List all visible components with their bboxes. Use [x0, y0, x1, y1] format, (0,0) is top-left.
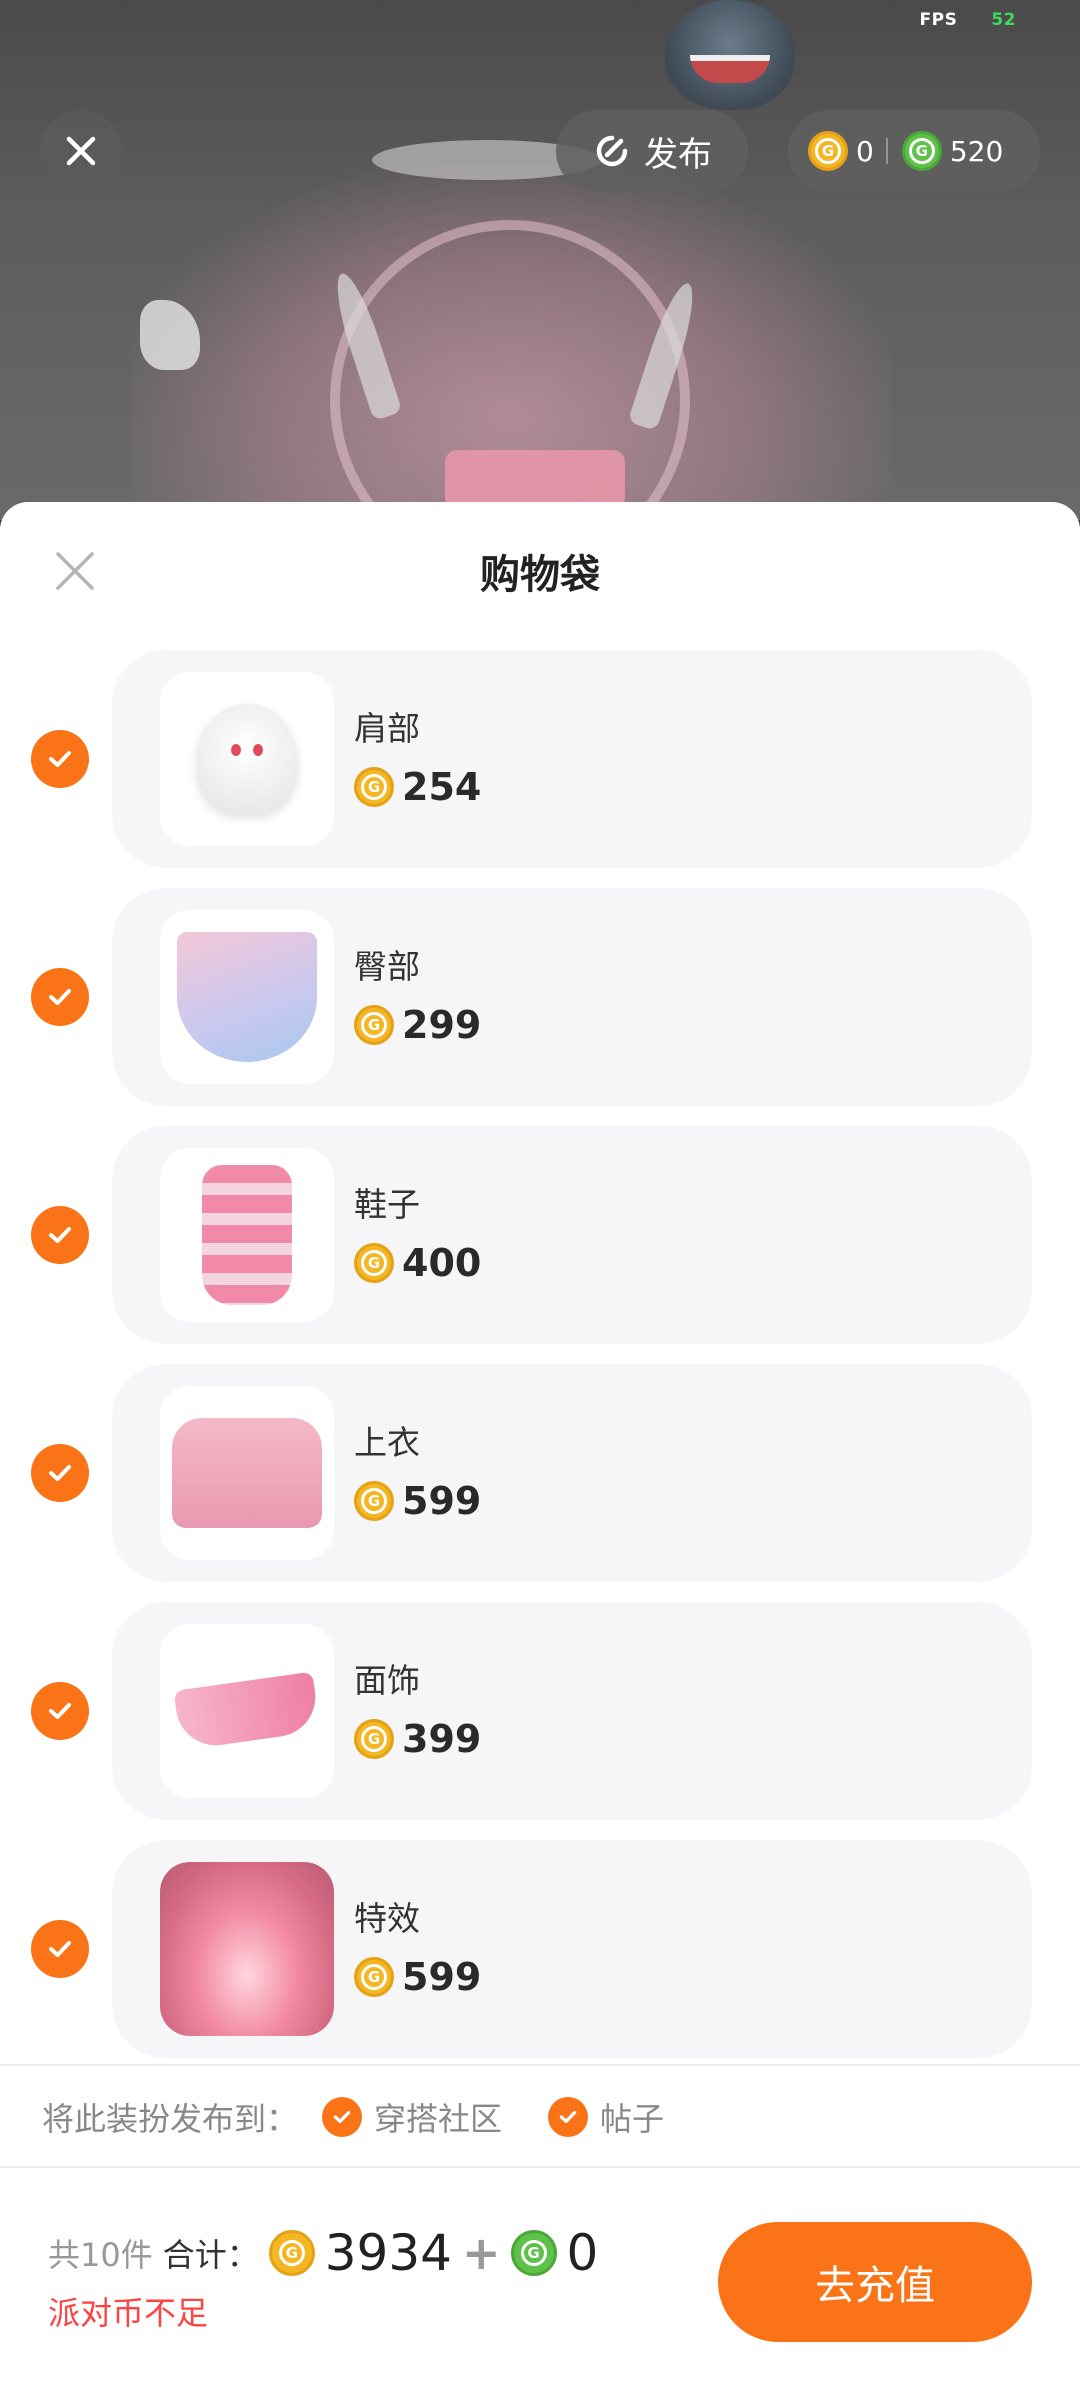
- close-icon: [66, 136, 96, 166]
- party-coin-icon: G: [354, 767, 394, 807]
- item-name: 面饰: [354, 1661, 420, 1700]
- publish-to-label: 将此装扮发布到：: [42, 2100, 299, 2138]
- party-coin-balance: 0: [856, 134, 874, 168]
- item-checkbox[interactable]: [31, 968, 89, 1026]
- party-coin-icon: G: [354, 1957, 394, 1997]
- item-price: G 399: [354, 1717, 481, 1761]
- party-coin-icon: G: [808, 131, 848, 171]
- option-checkbox[interactable]: [548, 2097, 589, 2137]
- publish-option-community[interactable]: 穿搭社区: [322, 2094, 502, 2140]
- recharge-button[interactable]: 去充值: [718, 2222, 1032, 2342]
- pink-jacket-icon: [172, 1418, 322, 1528]
- option-checkbox[interactable]: [322, 2097, 363, 2137]
- item-name: 肩部: [354, 709, 420, 748]
- checkmark-icon: [49, 1465, 71, 1481]
- item-name: 特效: [354, 1899, 420, 1938]
- item-name: 鞋子: [354, 1185, 420, 1224]
- divider: [0, 2166, 1080, 2168]
- green-coin-icon: G: [901, 131, 942, 171]
- fps-counter: FPS 52: [920, 10, 1017, 30]
- item-price-value: 599: [402, 1479, 482, 1523]
- total-label: 合计：: [162, 2236, 259, 2274]
- item-checkbox[interactable]: [31, 1206, 89, 1264]
- party-coin-icon: G: [354, 1719, 394, 1759]
- green-coin-balance: 520: [949, 134, 1004, 168]
- shopping-bag-sheet: 购物袋 肩部 G 254 臀部 G 299 鞋子 G 400 上衣 G 599 …: [0, 502, 1080, 2400]
- currency-balance[interactable]: G 0 G 520: [788, 110, 1040, 192]
- item-price: G 400: [354, 1241, 481, 1285]
- item-name: 臀部: [354, 947, 420, 986]
- item-price-value: 399: [402, 1717, 482, 1761]
- fps-value: 52: [991, 10, 1016, 30]
- avatar-preview-scene: FPS 52 发布 G 0 G 520: [0, 0, 1080, 520]
- insufficient-balance-warning: 派对币不足: [48, 2294, 209, 2332]
- checkmark-icon: [49, 1227, 71, 1243]
- item-thumbnail: [160, 1862, 334, 2036]
- item-price-value: 400: [402, 1241, 482, 1285]
- pink-circle-effect-icon: [160, 1862, 334, 2036]
- publish-destination-row: 将此装扮发布到： 穿搭社区 帖子: [42, 2094, 664, 2140]
- item-name: 上衣: [354, 1423, 420, 1462]
- total-line: 共10件 合计： G 3934 + G 0: [48, 2224, 598, 2282]
- checkmark-icon: [333, 2110, 351, 2124]
- item-checkbox[interactable]: [31, 730, 89, 788]
- checkmark-icon: [49, 1941, 71, 1957]
- cart-item[interactable]: 上衣 G 599: [0, 1364, 1080, 1582]
- striped-boots-icon: [202, 1165, 292, 1305]
- item-price: G 599: [354, 1955, 481, 1999]
- item-thumbnail: [160, 1624, 334, 1798]
- cart-item[interactable]: 肩部 G 254: [0, 650, 1080, 868]
- currency-divider: [885, 138, 888, 164]
- item-thumbnail: [160, 1148, 334, 1322]
- option-label: 穿搭社区: [374, 2100, 503, 2138]
- ghost-shoulder-accessory-icon: [197, 704, 297, 814]
- item-price: G 299: [354, 1003, 481, 1047]
- bow-skirt-icon: [177, 932, 317, 1062]
- plus-sign: +: [462, 2226, 501, 2280]
- green-total: 0: [566, 2224, 599, 2282]
- publish-icon: [596, 135, 628, 167]
- party-coin-icon: G: [354, 1243, 394, 1283]
- preview-face-band: [445, 450, 625, 510]
- sheet-title: 购物袋: [480, 552, 600, 598]
- item-count: 共10件: [48, 2236, 153, 2274]
- gold-total: 3934: [324, 2224, 452, 2282]
- checkmark-icon: [49, 1703, 71, 1719]
- checkmark-icon: [49, 989, 71, 1005]
- green-coin-icon: G: [510, 2230, 557, 2276]
- party-coin-icon: G: [354, 1005, 394, 1045]
- item-checkbox[interactable]: [31, 1682, 89, 1740]
- item-price-value: 599: [402, 1955, 482, 1999]
- publish-label: 发布: [644, 134, 712, 175]
- order-summary: 共10件 合计： G 3934 + G 0 派对币不足: [48, 2224, 598, 2334]
- item-price: G 599: [354, 1479, 481, 1523]
- publish-option-post[interactable]: 帖子: [548, 2094, 664, 2140]
- fps-label: FPS: [919, 10, 958, 30]
- party-coin-icon: G: [268, 2230, 315, 2276]
- close-preview-button[interactable]: [40, 110, 122, 192]
- cart-item[interactable]: 鞋子 G 400: [0, 1126, 1080, 1344]
- item-thumbnail: [160, 1386, 334, 1560]
- divider: [0, 2064, 1080, 2066]
- cart-item[interactable]: 臀部 G 299: [0, 888, 1080, 1106]
- cart-item[interactable]: 特效 G 599: [0, 1840, 1080, 2058]
- item-checkbox[interactable]: [31, 1920, 89, 1978]
- item-thumbnail: [160, 672, 334, 846]
- item-price-value: 254: [402, 765, 482, 809]
- party-coin-icon: G: [354, 1481, 394, 1521]
- item-thumbnail: [160, 910, 334, 1084]
- pink-face-mask-icon: [173, 1671, 321, 1751]
- item-price-value: 299: [402, 1003, 482, 1047]
- checkmark-icon: [49, 751, 71, 767]
- checkmark-icon: [559, 2110, 577, 2124]
- publish-button[interactable]: 发布: [556, 110, 748, 192]
- cart-item[interactable]: 面饰 G 399: [0, 1602, 1080, 1820]
- option-label: 帖子: [600, 2100, 665, 2138]
- item-price: G 254: [354, 765, 481, 809]
- item-checkbox[interactable]: [31, 1444, 89, 1502]
